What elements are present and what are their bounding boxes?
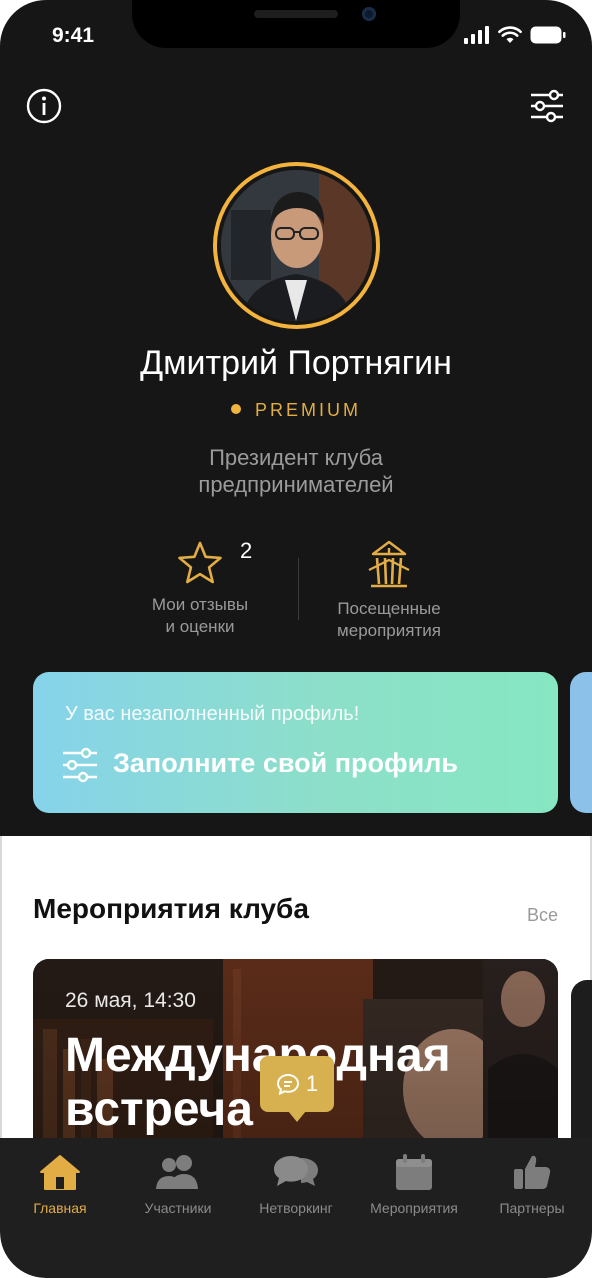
role-line-2: предпринимателей (198, 472, 394, 497)
stat-reviews-label-line-1: Мои отзывы (151, 595, 249, 614)
tab-events[interactable]: Мероприятия (355, 1152, 473, 1216)
tab-home[interactable]: Главная (1, 1152, 119, 1216)
status-icons (464, 26, 566, 44)
fill-profile-action: Заполните свой профиль (113, 748, 458, 778)
status-time: 9:41 (52, 24, 95, 47)
signal-icon (464, 26, 489, 44)
device-notch (132, 0, 460, 48)
next-card-peek[interactable] (570, 672, 592, 813)
phone-frame: 9:41 Дмитрий Портнягин PREMIUM Президент… (0, 0, 592, 1278)
home-icon (40, 1155, 80, 1190)
chat-count: 1 (305, 1071, 319, 1096)
membership-label: PREMIUM (255, 400, 361, 420)
profile-role: Президент клуба предпринимателей (146, 444, 446, 498)
calendar-icon (396, 1154, 432, 1190)
chat-bubble-tail (288, 1111, 306, 1122)
avatar[interactable] (213, 162, 380, 329)
tab-networking-label: Нетворкинг (259, 1200, 333, 1216)
avatar-portrait-icon (221, 170, 372, 321)
stat-events-label-line-2: мероприятия (337, 621, 441, 640)
tab-members[interactable]: Участники (119, 1152, 237, 1216)
info-icon[interactable] (24, 86, 64, 126)
profile-name: Дмитрий Портнягин (140, 344, 452, 382)
tab-partners[interactable]: Партнеры (473, 1152, 591, 1216)
avatar-photo (221, 170, 372, 321)
stat-reviews-count: 2 (240, 538, 253, 563)
users-icon (156, 1155, 198, 1189)
stat-events-label-line-1: Посещенные (337, 599, 441, 618)
chat-bubble[interactable]: 1 (260, 1056, 334, 1122)
events-all-link[interactable]: Все (527, 905, 558, 926)
battery-icon (530, 26, 566, 44)
speaker-grille (254, 10, 338, 18)
membership-badge: PREMIUM (0, 400, 592, 421)
next-event-peek[interactable] (571, 980, 592, 1160)
event-date: 26 мая, 14:30 (65, 989, 196, 1012)
wifi-icon (498, 26, 522, 43)
events-building-icon (368, 540, 410, 588)
tab-events-label: Мероприятия (370, 1200, 458, 1216)
sliders-icon (63, 747, 97, 783)
tab-members-label: Участники (144, 1200, 212, 1216)
fill-profile-subtitle: У вас незаполненный профиль! (65, 703, 360, 725)
filter-sliders-icon[interactable] (527, 86, 567, 126)
stat-events-label: Посещенные мероприятия (299, 598, 479, 642)
tab-networking[interactable]: Нетворкинг (237, 1152, 355, 1216)
premium-dot-icon (231, 404, 241, 414)
front-camera (362, 7, 376, 21)
stat-reviews-label-line-2: и оценки (165, 617, 235, 636)
thumbs-up-icon (514, 1155, 551, 1189)
fill-profile-card[interactable]: У вас незаполненный профиль! Заполните с… (33, 672, 558, 813)
star-icon (178, 541, 222, 584)
tab-bar: Главная Участники Нетворкинг Мероприятия… (0, 1138, 592, 1278)
role-line-1: Президент клуба (209, 445, 383, 470)
chat-bubbles-icon (274, 1156, 318, 1186)
tab-home-label: Главная (33, 1200, 87, 1216)
stat-events[interactable]: Посещенные мероприятия (299, 540, 479, 642)
chat-icon (276, 1073, 299, 1095)
events-section-title: Мероприятия клуба (33, 893, 309, 924)
stat-reviews[interactable]: Мои отзывы и оценки (110, 540, 290, 638)
stat-reviews-label: Мои отзывы и оценки (110, 594, 290, 638)
tab-partners-label: Партнеры (499, 1200, 565, 1216)
